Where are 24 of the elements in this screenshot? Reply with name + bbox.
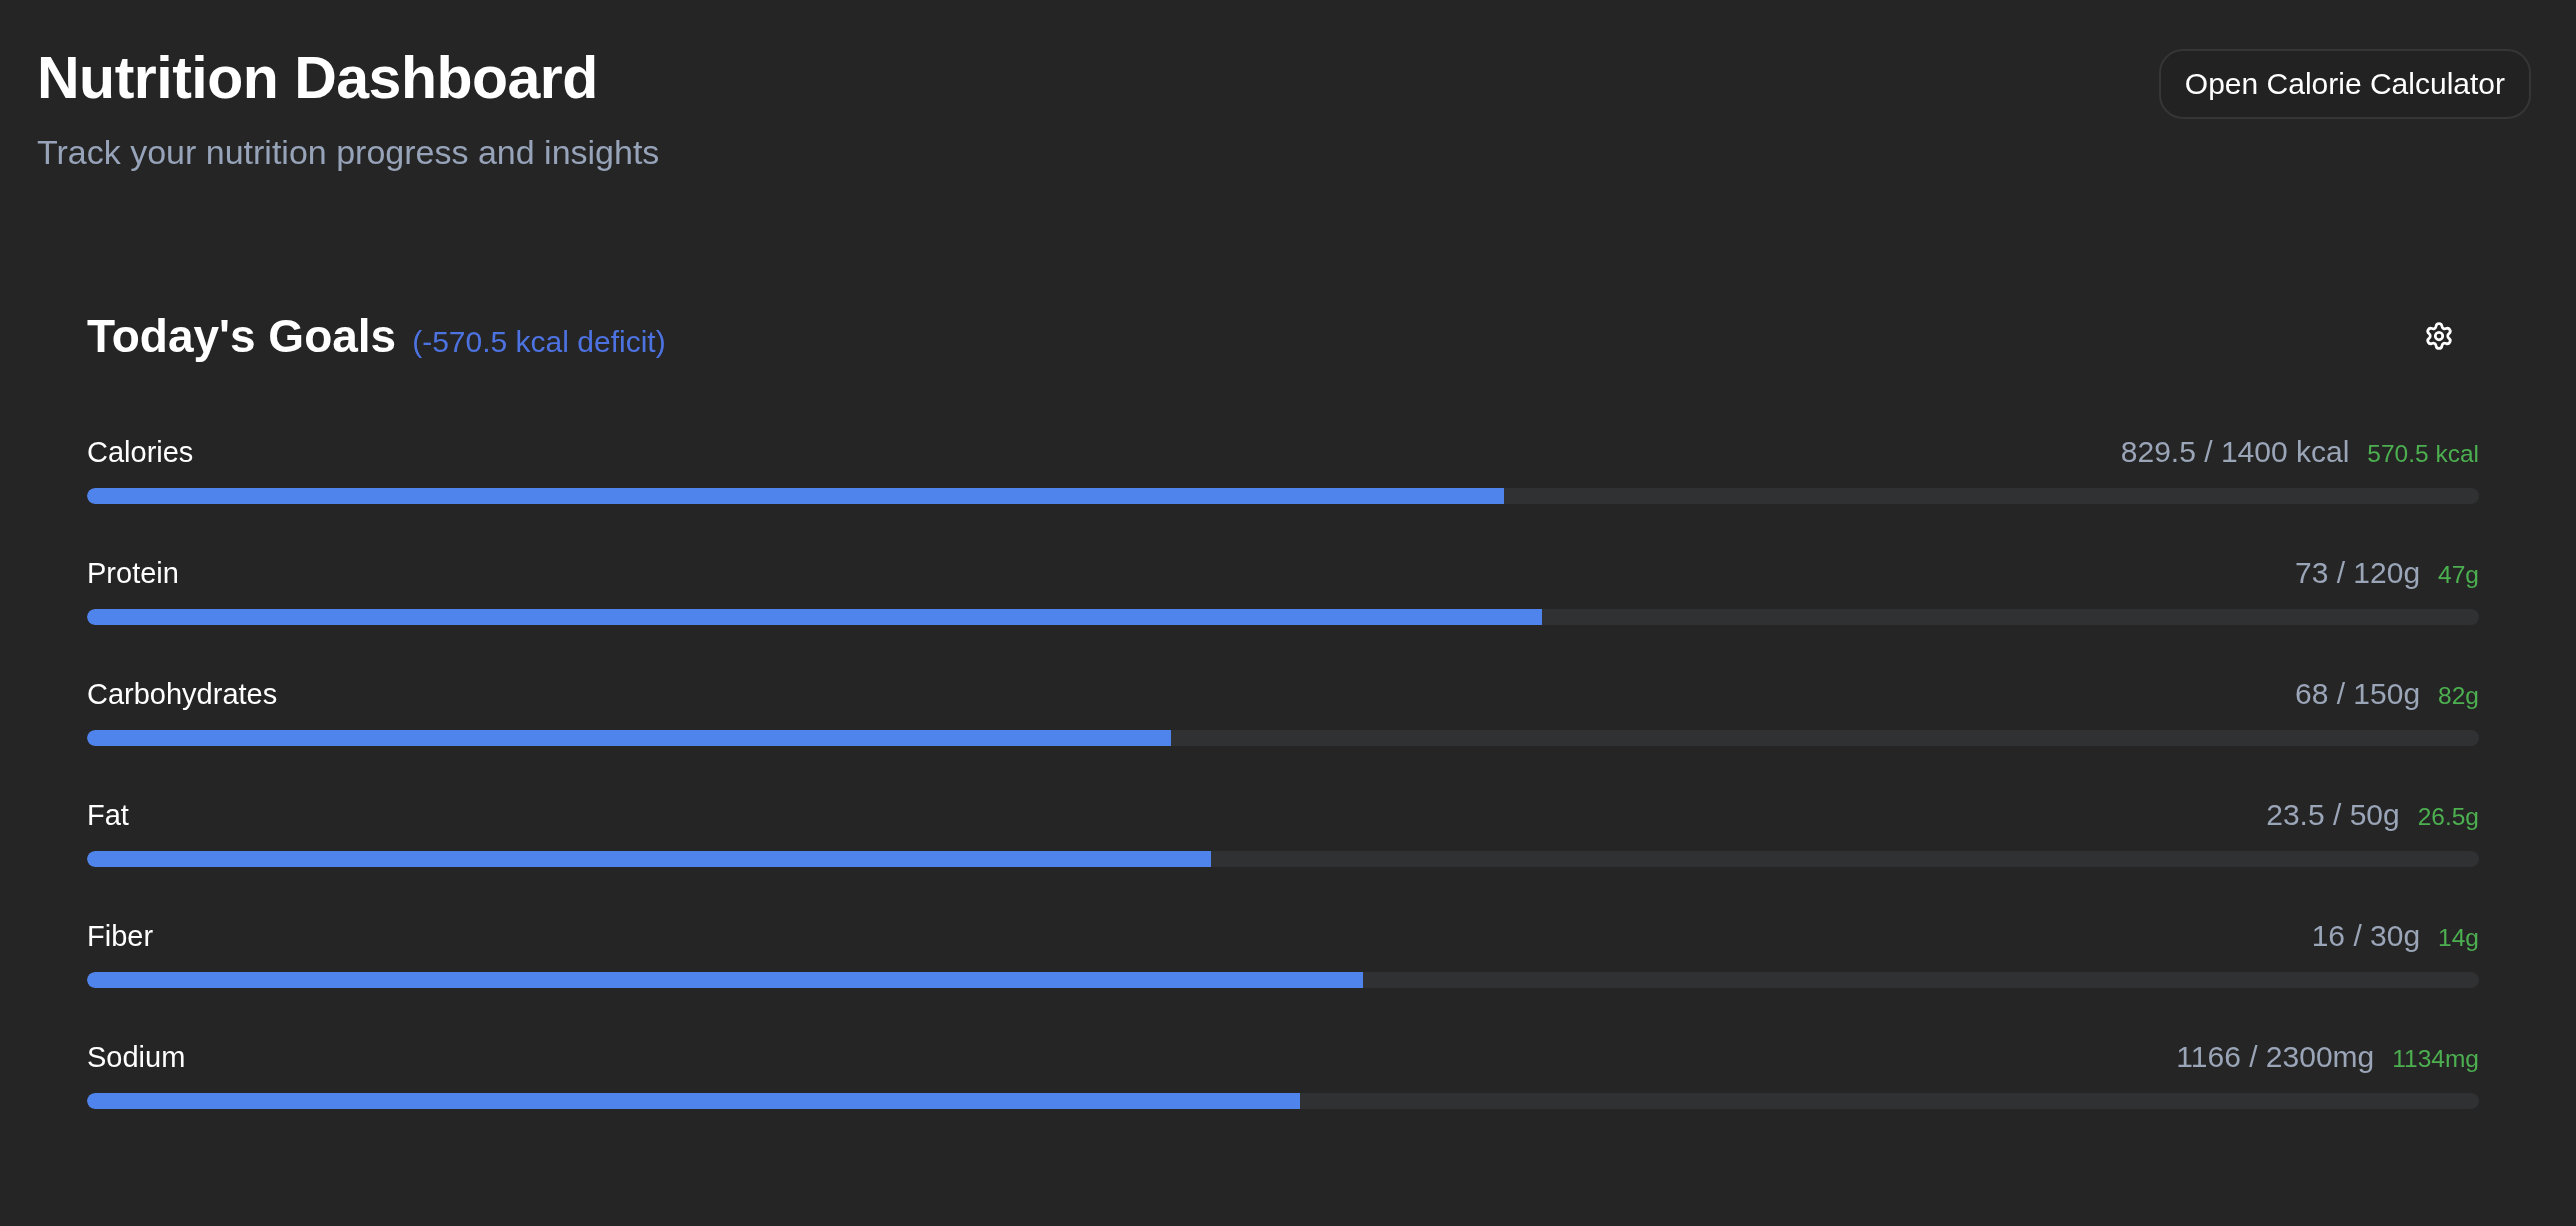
nutrient-reading: 23.5 / 50g — [2266, 796, 2400, 833]
nutrient-reading: 73 / 120g — [2295, 554, 2421, 591]
nutrient-reading: 829.5 / 1400 kcal — [2120, 433, 2350, 470]
nutrient-name: Fat — [87, 797, 129, 833]
nutrient-reading: 68 / 150g — [2295, 675, 2421, 712]
remaining-amount: 26.5g — [2417, 802, 2479, 831]
nutrient-name: Carbohydrates — [87, 676, 278, 712]
nutrient-reading: 1166 / 2300mg — [2176, 1038, 2375, 1075]
page-title: Nutrition Dashboard — [37, 44, 599, 113]
remaining-amount: 47g — [2438, 560, 2479, 589]
settings-icon[interactable] — [2424, 321, 2454, 352]
open-calculator-button[interactable]: Open Calorie Calculator — [2158, 49, 2531, 119]
nutrient-name: Fiber — [87, 918, 154, 954]
remaining-amount: 1134mg — [2392, 1044, 2479, 1073]
nutrient-name: Sodium — [87, 1039, 186, 1075]
remaining-amount: 82g — [2438, 681, 2479, 710]
page-subtitle: Track your nutrition progress and insights — [37, 131, 660, 173]
nutrient-name: Calories — [87, 434, 194, 470]
remaining-amount: 570.5 kcal — [2367, 439, 2479, 468]
goals-title: Today's Goals — [87, 308, 397, 364]
nutrient-reading: 16 / 30g — [2311, 917, 2421, 954]
deficit-label: (-570.5 kcal deficit) — [412, 324, 666, 359]
nutrient-name: Protein — [87, 555, 179, 591]
remaining-amount: 14g — [2438, 923, 2479, 952]
